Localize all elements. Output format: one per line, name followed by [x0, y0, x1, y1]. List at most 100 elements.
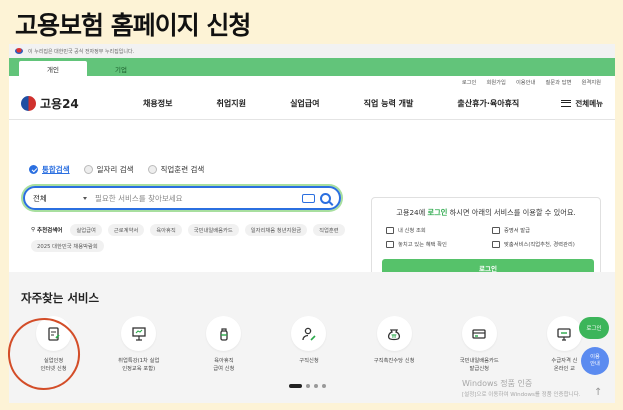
person-settings-icon: [492, 240, 500, 248]
floating-login-button[interactable]: 로그인: [579, 317, 609, 339]
util-remote-support-link[interactable]: 원격지원: [582, 78, 602, 86]
card-icon: [461, 316, 497, 351]
menu-unemployment-benefit[interactable]: 실업급여: [290, 98, 319, 109]
services-title: 자주찾는 서비스: [21, 291, 100, 305]
carousel-dot[interactable]: [322, 384, 326, 388]
menu-employment-support[interactable]: 취업지원: [217, 98, 246, 109]
benefit-item: 놓치고 있는 혜택 확인: [386, 240, 484, 248]
radio-training-search[interactable]: 직업훈련 검색: [147, 164, 205, 175]
recommended-keywords: ⚲ 추천검색어 실업급여 근로계약서 육아휴직 국민내일배움카드 일자리채움 청…: [31, 224, 351, 252]
menu-skills-development[interactable]: 직업 능력 개발: [364, 98, 414, 109]
all-menu-button[interactable]: 전체메뉴: [561, 98, 603, 109]
service-learning-card[interactable]: 국민내일배움카드 발급신청: [440, 316, 518, 374]
presentation-icon: [121, 316, 157, 351]
menu-maternity-parental-leave[interactable]: 출산휴가·육아휴직: [457, 98, 519, 109]
logo-text: 고용24: [40, 97, 79, 111]
keyword-chip[interactable]: 근로계약서: [107, 224, 145, 236]
radio-label: 통합검색: [42, 165, 70, 174]
login-benefits-grid: 내 신청 조회 증명서 발급 놓치고 있는 혜택 확인 맞춤서비스(직업추천, …: [382, 226, 590, 248]
keyword-chip[interactable]: 2025 대한민국 채용박람회: [31, 240, 104, 252]
service-parental-leave-benefit[interactable]: 육아휴직 급여 신청: [185, 316, 263, 374]
money-bag-icon: ₩: [376, 316, 412, 351]
small-search-icon: ⚲: [31, 227, 36, 233]
scope-value: 전체: [33, 193, 47, 203]
dropdown-arrow-icon: [83, 196, 87, 200]
keyboard-icon[interactable]: [302, 193, 315, 203]
user-type-tabs: 개인 기업: [9, 58, 615, 76]
gov-notice-text: 이 누리집은 대한민국 공식 전자정부 누리집입니다.: [28, 48, 135, 55]
search-type-radios: 통합검색 일자리 검색 직업훈련 검색: [29, 164, 204, 175]
msg-login-link[interactable]: 로그인: [428, 208, 448, 217]
msg-suffix: 하시면 아래의 서비스를 이용할 수 있어요.: [447, 208, 576, 217]
checklist-icon: [386, 240, 394, 248]
floating-guide-button[interactable]: 이용 안내: [581, 347, 609, 375]
keyword-chip[interactable]: 국민내일배움카드: [187, 224, 239, 236]
scroll-top-arrow-icon[interactable]: ↑: [594, 387, 602, 398]
baby-bottle-icon: [206, 316, 242, 351]
monitor-icon: [546, 316, 582, 351]
tab-personal[interactable]: 개인: [19, 61, 87, 76]
search-input[interactable]: [95, 193, 302, 203]
all-menu-label: 전체메뉴: [575, 99, 603, 108]
service-job-promotion-allowance[interactable]: ₩ 구직촉진수당 신청: [355, 316, 433, 374]
radio-integrated-search[interactable]: 통합검색: [29, 164, 70, 175]
service-job-lecture[interactable]: 취업특강(1차 실업 인정교육 포함): [100, 316, 178, 374]
main-nav: 고용24 채용정보 취업지원 실업급여 직업 능력 개발 출산휴가·육아휴직 전…: [9, 88, 615, 120]
radio-label: 직업훈련 검색: [160, 165, 205, 174]
carousel-dot-active[interactable]: [289, 384, 302, 388]
service-label: 구직촉진수당 신청: [373, 358, 415, 364]
service-job-application[interactable]: 구직신청: [270, 316, 348, 374]
svg-text:₩: ₩: [392, 334, 397, 340]
keyword-chip[interactable]: 실업급여: [70, 224, 102, 236]
page-headline: 고용보험 홈페이지 신청: [15, 11, 251, 40]
windows-activation-watermark: Windows 정품 인증 [설정]으로 이동하여 Windows를 정품 인증…: [462, 378, 581, 398]
service-label: 구직신청: [299, 358, 319, 364]
service-label: 수급자격 신 온라인 교: [551, 358, 578, 373]
carousel-dot[interactable]: [306, 384, 310, 388]
util-guide-link[interactable]: 이용안내: [516, 78, 536, 86]
radio-label: 일자리 검색: [96, 165, 134, 174]
util-signup-link[interactable]: 회원가입: [486, 78, 506, 86]
service-label: 취업특강(1차 실업 인정교육 포함): [118, 358, 160, 373]
keyword-chip[interactable]: 일자리채움 청년지원금: [244, 224, 308, 236]
utility-links: 로그인 회원가입 이용안내 질문과 답변 원격지원: [9, 76, 615, 88]
search-box: 전체: [23, 186, 341, 210]
benefit-label: 놓치고 있는 혜택 확인: [398, 242, 447, 248]
services-list: 실업인정 인터넷 신청 취업특강(1차 실업 인정교육 포함) 육아휴직 급여 …: [9, 316, 609, 374]
hamburger-icon: [561, 100, 572, 107]
benefit-label: 증명서 발급: [504, 228, 531, 234]
service-label: 육아휴직 급여 신청: [213, 358, 235, 373]
browser-frame: 이 누리집은 대한민국 공식 전자정부 누리집입니다. 개인 기업 로그인 회원…: [9, 44, 615, 403]
recommended-title: ⚲ 추천검색어: [31, 226, 62, 234]
login-card-message: 고용24에 로그인 하시면 아래의 서비스를 이용할 수 있어요.: [382, 208, 590, 218]
radio-unchecked-icon: [83, 165, 93, 174]
radio-unchecked-icon: [147, 165, 157, 174]
radio-job-search[interactable]: 일자리 검색: [83, 164, 134, 175]
search-icon[interactable]: [320, 192, 331, 204]
certificate-icon: [492, 226, 500, 234]
recommended-title-text: 추천검색어: [37, 228, 63, 234]
carousel-pagination: [289, 384, 326, 388]
util-qna-link[interactable]: 질문과 답변: [545, 78, 571, 86]
search-scope-select[interactable]: 전체: [33, 193, 95, 204]
tab-business[interactable]: 기업: [87, 61, 155, 76]
keyword-chip[interactable]: 육아휴직: [150, 224, 182, 236]
main-menu: 채용정보 취업지원 실업급여 직업 능력 개발 출산휴가·육아휴직: [121, 98, 561, 109]
site-logo[interactable]: 고용24: [21, 95, 121, 112]
service-label: 국민내일배움카드 발급신청: [459, 358, 499, 373]
benefit-label: 내 신청 조회: [398, 228, 426, 234]
keyword-chip[interactable]: 직업훈련: [313, 224, 345, 236]
menu-jobs[interactable]: 채용정보: [143, 98, 172, 109]
gov-emblem-icon: [21, 96, 36, 111]
carousel-dot[interactable]: [314, 384, 318, 388]
util-login-link[interactable]: 로그인: [462, 78, 477, 86]
watermark-title: Windows 정품 인증: [462, 379, 533, 388]
msg-prefix: 고용24에: [396, 208, 428, 217]
taegukgi-flag-icon: [15, 48, 23, 54]
benefit-item: 맞춤서비스(직업추천, 경력관리): [492, 240, 590, 248]
benefit-label: 맞춤서비스(직업추천, 경력관리): [504, 242, 575, 248]
gov-notice-bar: 이 누리집은 대한민국 공식 전자정부 누리집입니다.: [9, 44, 615, 58]
radio-checked-icon: [29, 165, 38, 174]
person-edit-icon: [291, 316, 327, 351]
benefit-item: 증명서 발급: [492, 226, 590, 234]
